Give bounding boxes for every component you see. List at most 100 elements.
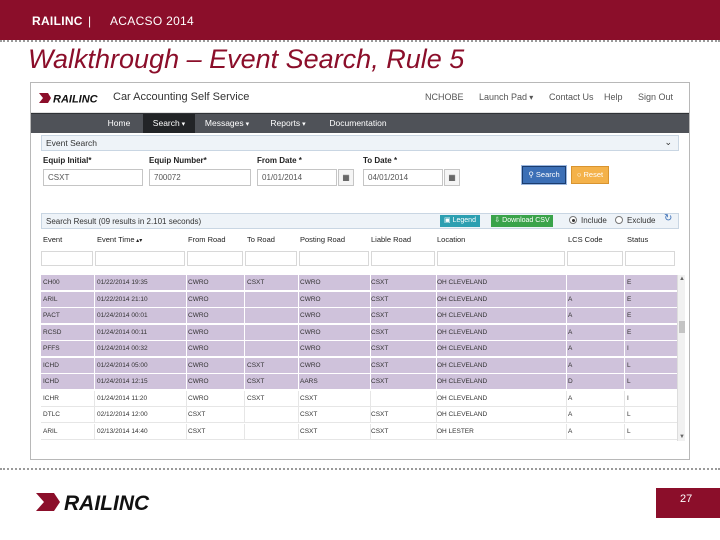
column-divider xyxy=(624,374,625,390)
header-divider xyxy=(0,40,720,42)
sign-out-link[interactable]: Sign Out xyxy=(638,92,673,102)
cell-liable-road: CSXT xyxy=(371,345,389,352)
column-divider xyxy=(94,407,95,423)
col-lcs-code[interactable]: LCS Code xyxy=(568,235,603,244)
download-csv-button[interactable]: ⇩ Download CSV xyxy=(491,215,553,227)
download-icon: ⇩ xyxy=(494,217,501,224)
filter-input[interactable] xyxy=(187,251,243,266)
nav-documentation[interactable]: Documentation xyxy=(321,114,395,133)
table-row[interactable]: ARIL 02/13/2014 14:40 CSXT CSXT CSXT OH LESTE… xyxy=(41,423,677,440)
cell-to-road: CSXT xyxy=(247,279,265,286)
user-link[interactable]: NCHOBE xyxy=(425,92,464,102)
table-row[interactable]: PFFS 01/24/2014 00:32 CWRO CWRO CSXT OH CLEVE… xyxy=(41,341,677,357)
filter-input[interactable] xyxy=(567,251,623,266)
col-event[interactable]: Event xyxy=(43,235,62,244)
nav-reports[interactable]: Reports xyxy=(261,114,315,133)
cell-liable-road: CSXT xyxy=(371,361,389,369)
contact-us-link[interactable]: Contact Us xyxy=(549,92,594,102)
filter-input[interactable] xyxy=(371,251,435,266)
table-row[interactable]: ARIL 01/22/2014 21:10 CWRO CWRO CSXT OH CLEVE… xyxy=(41,291,677,308)
from-date-input[interactable] xyxy=(257,169,337,186)
nav-messages[interactable]: Messages xyxy=(197,114,257,133)
column-divider xyxy=(624,308,625,324)
from-date-calendar-icon[interactable]: ▦ xyxy=(338,169,354,186)
filter-input[interactable] xyxy=(41,251,93,266)
refresh-icon[interactable]: ↻ xyxy=(664,213,672,224)
filter-row xyxy=(41,251,677,268)
column-divider xyxy=(186,308,187,324)
column-divider xyxy=(566,324,567,341)
col-liable-road[interactable]: Liable Road xyxy=(371,235,411,244)
cell-status: I xyxy=(627,345,629,352)
launch-pad-link[interactable]: Launch Pad xyxy=(479,92,533,102)
table-row[interactable]: DTLC 02/12/2014 12:00 CSXT CSXT CSXT OH CLEVE… xyxy=(41,407,677,423)
reset-button-label: Reset xyxy=(583,170,604,179)
cell-event: PACT xyxy=(43,312,60,319)
col-event-time[interactable]: Event Time xyxy=(97,235,142,244)
search-button[interactable]: ⚲ Search xyxy=(522,166,566,184)
scroll-down-icon[interactable]: ▼ xyxy=(678,433,686,441)
nav-home[interactable]: Home xyxy=(97,114,141,133)
col-posting-road[interactable]: Posting Road xyxy=(300,235,345,244)
cell-lcs-code: A xyxy=(568,328,573,336)
col-status[interactable]: Status xyxy=(627,235,648,244)
main-nav: Home Search Messages Reports Documentati… xyxy=(31,113,689,133)
table-row[interactable]: ICHR 01/24/2014 11:20 CWRO CSXT CSXT OH CLEVE… xyxy=(41,390,677,407)
scroll-up-icon[interactable]: ▲ xyxy=(678,275,686,283)
legend-button[interactable]: ▣ Legend xyxy=(440,215,480,227)
column-divider xyxy=(298,390,299,407)
table-row[interactable]: CH00 01/22/2014 19:35 CWRO CSXT CWRO CSXT OH C… xyxy=(41,275,677,291)
cell-from-road: CWRO xyxy=(188,378,209,385)
include-radio[interactable] xyxy=(569,216,577,224)
filter-input[interactable] xyxy=(299,251,369,266)
header-conference: ACACSO 2014 xyxy=(110,14,195,28)
from-date-label: From Date * xyxy=(257,156,302,165)
col-from-road[interactable]: From Road xyxy=(188,235,226,244)
results-grid-header: Event Event Time From Road To Road Posti… xyxy=(41,235,677,249)
nav-search[interactable]: Search xyxy=(143,114,195,133)
cell-event-time: 01/24/2014 00:01 xyxy=(97,312,148,319)
table-row[interactable]: PACT 01/24/2014 00:01 CWRO CWRO CSXT OH CLEVE… xyxy=(41,308,677,324)
scroll-thumb[interactable] xyxy=(679,321,685,333)
filter-input[interactable] xyxy=(95,251,185,266)
equip-initial-input[interactable] xyxy=(43,169,143,186)
svg-text:RAILINC: RAILINC xyxy=(53,94,99,106)
cell-event: ICHD xyxy=(43,361,59,369)
filter-input[interactable] xyxy=(245,251,297,266)
cell-from-road: CWRO xyxy=(188,312,209,319)
column-divider xyxy=(566,423,567,440)
filter-input[interactable] xyxy=(625,251,675,266)
table-row[interactable]: ICHD 01/24/2014 05:00 CWRO CSXT CWRO CSXT OH C… xyxy=(41,357,677,374)
column-divider xyxy=(244,291,245,308)
help-link[interactable]: Help xyxy=(604,92,623,102)
exclude-radio[interactable] xyxy=(615,216,623,224)
cell-to-road: CSXT xyxy=(247,378,265,385)
cell-from-road: CWRO xyxy=(188,328,209,336)
download-csv-label: Download CSV xyxy=(502,217,550,224)
column-divider xyxy=(244,341,245,357)
cell-event: ICHR xyxy=(43,394,59,402)
cell-location: OH CLEVELAND xyxy=(437,328,488,336)
to-date-input[interactable] xyxy=(363,169,443,186)
table-row[interactable]: RCSD 01/24/2014 00:11 CWRO CWRO CSXT OH CLEVE… xyxy=(41,324,677,341)
table-row[interactable]: ICHD 01/24/2014 12:15 CWRO CSXT AARS CSXT OH C… xyxy=(41,374,677,390)
col-location[interactable]: Location xyxy=(437,235,465,244)
column-divider xyxy=(244,308,245,324)
cell-from-road: CWRO xyxy=(188,279,209,286)
column-divider xyxy=(94,324,95,341)
results-scrollbar[interactable]: ▲ ▼ xyxy=(677,275,685,441)
filter-input[interactable] xyxy=(437,251,565,266)
equip-number-input[interactable] xyxy=(149,169,251,186)
cell-status: E xyxy=(627,328,632,336)
column-divider xyxy=(566,291,567,308)
col-to-road[interactable]: To Road xyxy=(247,235,275,244)
column-divider xyxy=(186,324,187,341)
event-search-panel[interactable]: Event Search ⌄ xyxy=(41,135,679,151)
column-divider xyxy=(298,341,299,357)
cell-location: OH LESTER xyxy=(437,427,474,435)
to-date-calendar-icon[interactable]: ▦ xyxy=(444,169,460,186)
reset-button[interactable]: ○ Reset xyxy=(571,166,609,184)
cell-to-road: CSXT xyxy=(247,394,265,402)
cell-lcs-code: A xyxy=(568,345,573,352)
collapse-chevron-icon[interactable]: ⌄ xyxy=(664,137,672,148)
